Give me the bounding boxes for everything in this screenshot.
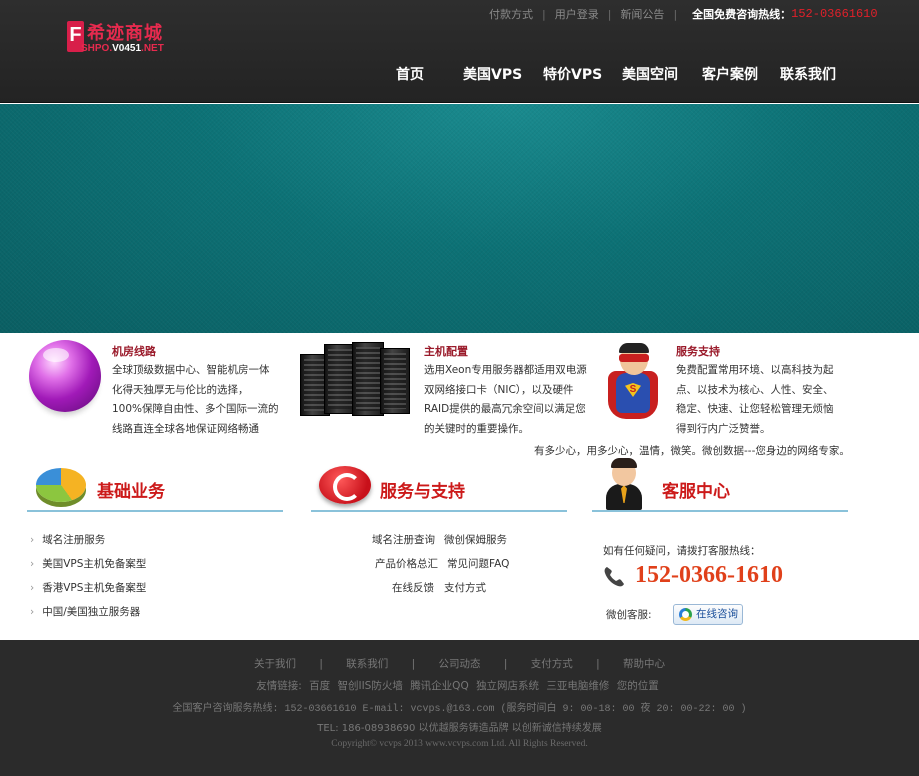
footer-link-payment[interactable]: 支付方式 [531, 658, 573, 670]
friend-link[interactable]: 腾讯企业QQ [410, 680, 469, 692]
logo-cn-text: 希迹商城 [87, 23, 163, 44]
section-divider [311, 510, 567, 512]
footer-tel: TEL: 186-08938690 以优越服务铸造品牌 以创新诚信持续发展 [317, 723, 602, 734]
link-faq[interactable]: 常见问题FAQ [447, 556, 509, 571]
online-consult-button[interactable]: 在线咨询 [673, 604, 743, 625]
feature-text: 全球顶级数据中心、智能机房一体 化得天独厚无与伦比的选择， 100%保障自由性、… [112, 364, 279, 435]
nav-contact[interactable]: 联系我们 [780, 64, 836, 84]
list-item[interactable]: 香港VPS主机免备案型 [30, 580, 146, 595]
list-item[interactable]: 中国/美国独立服务器 [30, 604, 140, 619]
footer-link-contact[interactable]: 联系我们 [346, 658, 388, 670]
hotline-label: 全国免费咨询热线： [692, 8, 792, 21]
nav-us-hosting[interactable]: 美国空间 [622, 64, 678, 84]
toplink-news[interactable]: 新闻公告 [620, 6, 664, 22]
toplink-separator: | [542, 7, 546, 21]
phone-icon [604, 567, 624, 587]
feature-text: 免费配置常用环境、以高科技为起 点、以技术为核心、人性、安全、 稳定、快速、让您… [676, 364, 834, 435]
list-item[interactable]: 域名注册服务 [30, 532, 105, 547]
datacenter-orb-icon [29, 340, 101, 412]
service-badge-icon [319, 466, 371, 504]
online-consult-label: 在线咨询 [696, 608, 738, 620]
footer-separator: | [503, 658, 508, 670]
agent-avatar-icon [604, 458, 644, 510]
friend-link[interactable]: 智创IIS防火墙 [337, 680, 402, 692]
toplink-separator: | [673, 7, 678, 21]
link-price-summary[interactable]: 产品价格总汇 [375, 556, 438, 571]
feature-title: 机房线路 [112, 345, 156, 358]
site-logo[interactable]: F 希迹商城 SHPO.V0451.NET [67, 19, 187, 59]
superhero-support-icon: S [604, 343, 662, 421]
toplink-separator: | [607, 7, 612, 21]
section-title-cs: 客服中心 [662, 482, 730, 502]
friend-links: 友情链接: 百度 智创IIS防火墙 腾讯企业QQ 独立网店系统 三亚电脑维修 您… [0, 678, 919, 693]
link-domain-query[interactable]: 域名注册查询 [372, 532, 435, 547]
link-payment[interactable]: 支付方式 [444, 580, 486, 595]
friend-link[interactable]: 独立网店系统 [476, 680, 539, 692]
weichuang-cs-label: 微创客服: [606, 609, 652, 621]
footer-link-about[interactable]: 关于我们 [254, 658, 296, 670]
feature-text: 选用Xeon专用服务器都适用双电源 双网络接口卡（NIC），以及硬件 RAID提… [424, 364, 587, 435]
nav-cases[interactable]: 客户案例 [702, 64, 758, 84]
friend-link[interactable]: 百度 [309, 680, 330, 692]
friend-links-label: 友情链接: [256, 680, 302, 692]
toplink-payment[interactable]: 付款方式 [489, 6, 533, 22]
footer-separator: | [319, 658, 323, 670]
footer-hotline: 全国客户咨询服务热线: 152-03661610 E-mail: vcvps.@… [172, 704, 747, 715]
friend-link[interactable]: 您的位置 [617, 680, 659, 692]
top-links: 付款方式 | 用户登录 | 新闻公告 | 全国免费咨询热线： 152-03661… [489, 7, 878, 21]
pie-chart-icon [36, 468, 86, 502]
feature-title: 主机配置 [424, 345, 468, 358]
footer-separator: | [411, 658, 416, 670]
site-footer: 关于我们 | 联系我们 | 公司动态 | 支付方式 | 帮助中心 友情链接: 百… [0, 640, 919, 776]
qq-icon [679, 608, 692, 621]
link-nanny-service[interactable]: 微创保姆服务 [444, 532, 507, 547]
nav-us-vps[interactable]: 美国VPS [463, 64, 522, 84]
cs-phone-number: 152-0366-1610 [635, 562, 783, 588]
section-divider [27, 510, 283, 512]
nav-home[interactable]: 首页 [396, 64, 424, 84]
section-title-basic: 基础业务 [97, 482, 165, 502]
friend-link[interactable]: 三亚电脑维修 [546, 680, 609, 692]
section-divider [592, 510, 848, 512]
footer-separator: | [596, 658, 600, 670]
footer-link-help[interactable]: 帮助中心 [623, 658, 665, 670]
footer-copyright: Copyright© vcvps 2013 www.vcvps.com Ltd.… [331, 739, 588, 749]
footer-link-news[interactable]: 公司动态 [439, 658, 481, 670]
link-feedback[interactable]: 在线反馈 [392, 580, 434, 595]
feature-title: 服务支持 [676, 345, 720, 358]
section-title-service: 服务与支持 [380, 482, 465, 502]
footer-nav: 关于我们 | 联系我们 | 公司动态 | 支付方式 | 帮助中心 [0, 656, 919, 671]
nav-special-vps[interactable]: 特价VPS [543, 64, 602, 84]
cs-prompt: 如有任何疑问，请拨打客服热线： [603, 545, 761, 557]
list-item[interactable]: 美国VPS主机免备案型 [30, 556, 146, 571]
server-rack-icon [296, 340, 414, 422]
hero-banner [0, 104, 919, 333]
logo-en-text: SHPO.V0451.NET [81, 43, 164, 54]
toplink-login[interactable]: 用户登录 [555, 6, 599, 22]
slogan-text: 有多少心，用多少心，温情，微笑。微创数据---您身边的网络专家。 [534, 445, 850, 457]
hotline-number: 152-03661610 [791, 7, 878, 21]
site-header: F 希迹商城 SHPO.V0451.NET 付款方式 | 用户登录 | 新闻公告… [0, 0, 919, 103]
